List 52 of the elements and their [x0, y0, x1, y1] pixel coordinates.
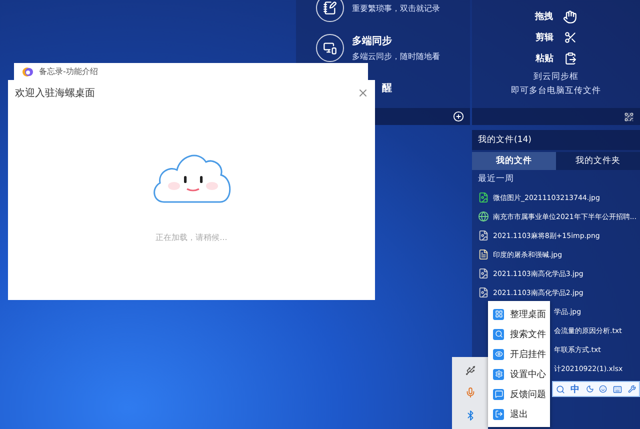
close-icon[interactable] — [357, 87, 369, 99]
action-label: 粘贴 — [536, 52, 554, 65]
keyboard-icon[interactable] — [613, 384, 622, 394]
action-label: 拖拽 — [535, 10, 553, 23]
settings-icon — [493, 368, 504, 380]
menu-item[interactable]: 整理桌面 — [488, 304, 550, 324]
globe-icon — [478, 211, 489, 222]
chat-icon — [493, 388, 504, 400]
paste-icon — [564, 52, 576, 65]
search-icon[interactable] — [556, 384, 565, 394]
notebook-icon — [323, 1, 337, 15]
menu-item[interactable]: 退出 — [488, 404, 550, 424]
qr-code-icon[interactable] — [624, 112, 634, 122]
input-mode[interactable]: 中 — [570, 382, 580, 396]
hint-text: 即可多台电脑互传文件 — [511, 85, 601, 97]
moon-icon[interactable] — [586, 385, 594, 393]
action-label: 剪辑 — [536, 31, 554, 44]
dialog-title: 备忘录-功能介绍 — [39, 66, 98, 77]
image-file-icon — [478, 287, 489, 298]
feature-description: 重要繁琐事，双击就记录 — [352, 2, 440, 14]
feature-description: 多端云同步，随时随地看 — [352, 51, 440, 62]
files-tab[interactable]: 我的文件 — [472, 152, 556, 170]
section-label: 最近一周 — [477, 173, 515, 186]
emoji-icon[interactable] — [599, 385, 608, 393]
files-tab[interactable]: 我的文件夹 — [556, 152, 640, 170]
devices-icon — [323, 41, 337, 55]
loading-text: 正在加载，请稍候... — [156, 232, 228, 243]
menu-item[interactable]: 搜索文件 — [488, 324, 550, 344]
grid-icon — [493, 308, 504, 320]
usb-icon[interactable] — [464, 364, 476, 376]
menu-item[interactable]: 设置中心 — [488, 364, 550, 384]
bluetooth-icon[interactable] — [464, 410, 476, 422]
add-icon[interactable] — [453, 111, 464, 122]
image-file-icon — [478, 268, 489, 279]
app-logo-icon — [22, 66, 34, 76]
menu-item[interactable]: 开启挂件 — [488, 344, 550, 364]
image-file-icon — [478, 230, 489, 241]
hint-text: 到云同步框 — [534, 71, 578, 83]
search-icon — [493, 328, 504, 340]
menu-item[interactable]: 反馈问题 — [488, 384, 550, 404]
document-icon — [478, 249, 489, 260]
hand-icon — [563, 10, 577, 24]
dialog-heading: 欢迎入驻海螺桌面 — [15, 86, 95, 100]
eye-icon — [493, 348, 504, 360]
logout-icon — [493, 408, 504, 420]
wrench-icon[interactable] — [628, 385, 636, 393]
files-header: 我的文件(14) — [472, 130, 640, 150]
scissors-icon — [564, 31, 576, 44]
image-file-icon — [478, 192, 489, 203]
feature-title: 多端同步 — [352, 34, 393, 48]
microphone-icon[interactable] — [464, 387, 476, 398]
feature-title: 醒 — [382, 82, 392, 95]
